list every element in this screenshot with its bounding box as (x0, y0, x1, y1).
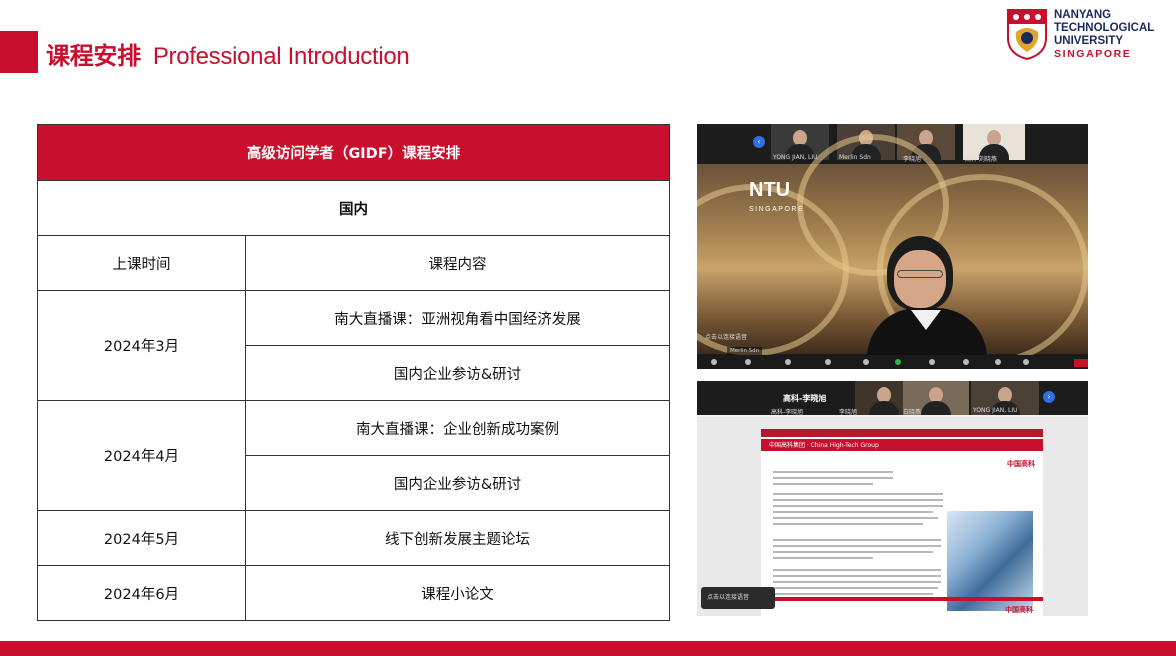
document-page: 中国高科集团 · China High-Tech Group 中国高科 (761, 429, 1043, 616)
date-cell: 2024年3月 (37, 290, 246, 401)
document-logo: 中国高科 (1007, 460, 1035, 468)
content-cell: 南大直播课：亚洲视角看中国经济发展 (245, 290, 670, 346)
date-cell: 2024年5月 (37, 510, 246, 566)
date-cell: 2024年4月 (37, 400, 246, 511)
table-row: 2024年4月 南大直播课：企业创新成功案例 (37, 400, 670, 511)
table-row: 2024年5月 线下创新发展主题论坛 (37, 510, 670, 566)
lion-crest-icon (1007, 9, 1047, 60)
content-cell: 国内企业参访&研讨 (245, 455, 670, 511)
date-cell: 2024年6月 (37, 565, 246, 621)
ntu-logo-text: NTU (749, 179, 791, 201)
table-row: 2024年6月 课程小论文 (37, 565, 670, 621)
table-row: 高级访问学者（GIDF）课程安排 (37, 124, 670, 181)
content-cell: 南大直播课：企业创新成功案例 (245, 400, 670, 456)
table-row: 2024年3月 南大直播课：亚洲视角看中国经济发展 (37, 290, 670, 401)
logo-line2: TECHNOLOGICAL (1054, 22, 1155, 34)
video-call-screenshot-1: ‹ YONG JIAN, LIU Merlin Sdn 李晓旭 高科·刘晓燕 N… (697, 124, 1088, 369)
speaker-video (867, 236, 987, 364)
content-cell: 课程小论文 (245, 565, 670, 621)
page-title-en: Professional Introduction (152, 43, 410, 70)
building-photo (947, 511, 1033, 611)
logo-text: NANYANG TECHNOLOGICAL UNIVERSITY SINGAPO… (1054, 9, 1154, 61)
video-call-screenshot-2: 高科-李晓旭 高科-李晓旭 李晓旭 白晓燕 YONG JIAN, LIU › 中… (697, 381, 1088, 616)
column-header-content: 课程内容 (245, 235, 670, 291)
logo-line3: UNIVERSITY (1054, 35, 1124, 47)
logo-line1: NANYANG (1054, 9, 1112, 21)
next-page-icon: › (1043, 391, 1055, 403)
page-title: 课程安排 Professional Introduction (46, 36, 410, 71)
logo-line4: SINGAPORE (1054, 48, 1132, 60)
prev-page-icon: ‹ (753, 136, 765, 148)
speaker-name-chip: Merlin Sdn (727, 347, 763, 355)
meeting-toolbar (697, 355, 1088, 369)
leave-button (1074, 359, 1088, 367)
schedule-subheading: 国内 (37, 180, 670, 236)
participant-label: YONG JIAN, LIU (773, 154, 818, 161)
table-header-row: 上课时间 课程内容 (37, 235, 670, 291)
content-cell: 线下创新发展主题论坛 (245, 510, 670, 566)
connect-audio-label: 点击以连接语音 (705, 334, 748, 341)
footer-bar (0, 641, 1176, 656)
participant-label: 高科·刘晓燕 (965, 156, 997, 163)
schedule-heading: 高级访问学者（GIDF）课程安排 (37, 124, 670, 181)
content-cell: 国内企业参访&研讨 (245, 345, 670, 401)
table-row: 国内 (37, 180, 670, 236)
page-title-cn: 课程安排 (46, 43, 141, 70)
shared-screen-title: 高科-李晓旭 (783, 394, 827, 403)
ntu-virtual-logo: NTU SINGAPORE (749, 180, 804, 220)
participant-label: YONG JIAN, LIU (973, 407, 1018, 414)
column-header-time: 上课时间 (37, 235, 246, 291)
ntu-logo: NANYANG TECHNOLOGICAL UNIVERSITY SINGAPO… (1006, 8, 1166, 64)
ntu-logo-sub: SINGAPORE (749, 206, 805, 213)
document-footer-logo: 中国高科 (1005, 606, 1033, 614)
schedule-table: 高级访问学者（GIDF）课程安排 国内 上课时间 课程内容 2024年3月 南大… (37, 124, 670, 621)
title-accent-bar (0, 31, 38, 73)
connect-audio-popup: 点击以连接语音 (701, 587, 775, 609)
document-footer (761, 597, 1043, 601)
document-band-title: 中国高科集团 · China High-Tech Group (769, 442, 879, 449)
